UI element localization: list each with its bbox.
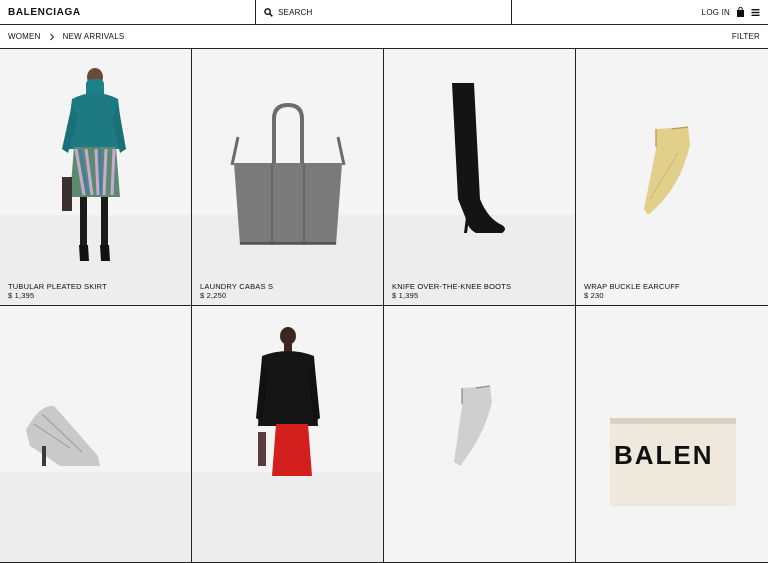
account-controls: LOG IN (512, 0, 768, 24)
product-card[interactable] (384, 306, 576, 563)
logo-pouch-image: BALEN (610, 418, 736, 506)
chevron-right-icon (49, 33, 54, 40)
model-black-coat-image (256, 327, 320, 476)
product-name[interactable]: LAUNDRY CABAS S (200, 282, 273, 291)
product-card[interactable]: WRAP BUCKLE EARCUFF $ 230 (576, 49, 768, 306)
breadcrumb-women[interactable]: WOMEN (8, 32, 41, 41)
product-card[interactable]: LAUNDRY CABAS S $ 2,250 (192, 49, 384, 306)
product-price: $ 1,395 (8, 291, 35, 300)
brand-logo[interactable]: BALENCIAGA (8, 7, 81, 18)
search-label[interactable]: SEARCH (278, 8, 313, 17)
product-card[interactable] (192, 306, 384, 563)
product-card[interactable]: BALEN (576, 306, 768, 563)
product-card[interactable]: KNIFE OVER-THE-KNEE BOOTS $ 1,395 (384, 49, 576, 306)
product-name[interactable]: KNIFE OVER-THE-KNEE BOOTS (392, 282, 511, 291)
logo-cell: BALENCIAGA (0, 0, 256, 24)
search-icon (264, 7, 273, 17)
knife-boots-image (452, 83, 505, 233)
search-field[interactable]: SEARCH (256, 0, 512, 24)
product-price: $ 230 (584, 291, 604, 300)
silver-pump-image (26, 405, 100, 466)
breadcrumb-new-arrivals[interactable]: NEW ARRIVALS (63, 32, 125, 41)
wrap-buckle-earcuff-image (644, 126, 690, 215)
model-tubular-skirt-image (62, 68, 126, 261)
product-name[interactable]: TUBULAR PLEATED SKIRT (8, 282, 107, 291)
shopping-bag-icon[interactable] (736, 7, 745, 17)
laundry-cabas-bag-image (230, 102, 346, 245)
menu-icon[interactable] (751, 8, 760, 17)
product-price: $ 1,395 (392, 291, 419, 300)
product-grid: TUBULAR PLEATED SKIRT $ 1,395 LAUNDRY CA… (0, 49, 768, 563)
login-link[interactable]: LOG IN (702, 8, 730, 17)
pouch-logo-print: BALEN (614, 440, 714, 470)
product-price: $ 2,250 (200, 291, 227, 300)
product-name[interactable]: WRAP BUCKLE EARCUFF (584, 282, 680, 291)
filter-button[interactable]: FILTER (732, 32, 760, 41)
top-bar: BALENCIAGA SEARCH LOG IN (0, 0, 768, 25)
sub-nav: WOMEN NEW ARRIVALS FILTER (0, 25, 768, 49)
product-card[interactable] (0, 306, 192, 563)
product-card[interactable]: TUBULAR PLEATED SKIRT $ 1,395 (0, 49, 192, 306)
silver-earcuff-image (454, 385, 492, 466)
